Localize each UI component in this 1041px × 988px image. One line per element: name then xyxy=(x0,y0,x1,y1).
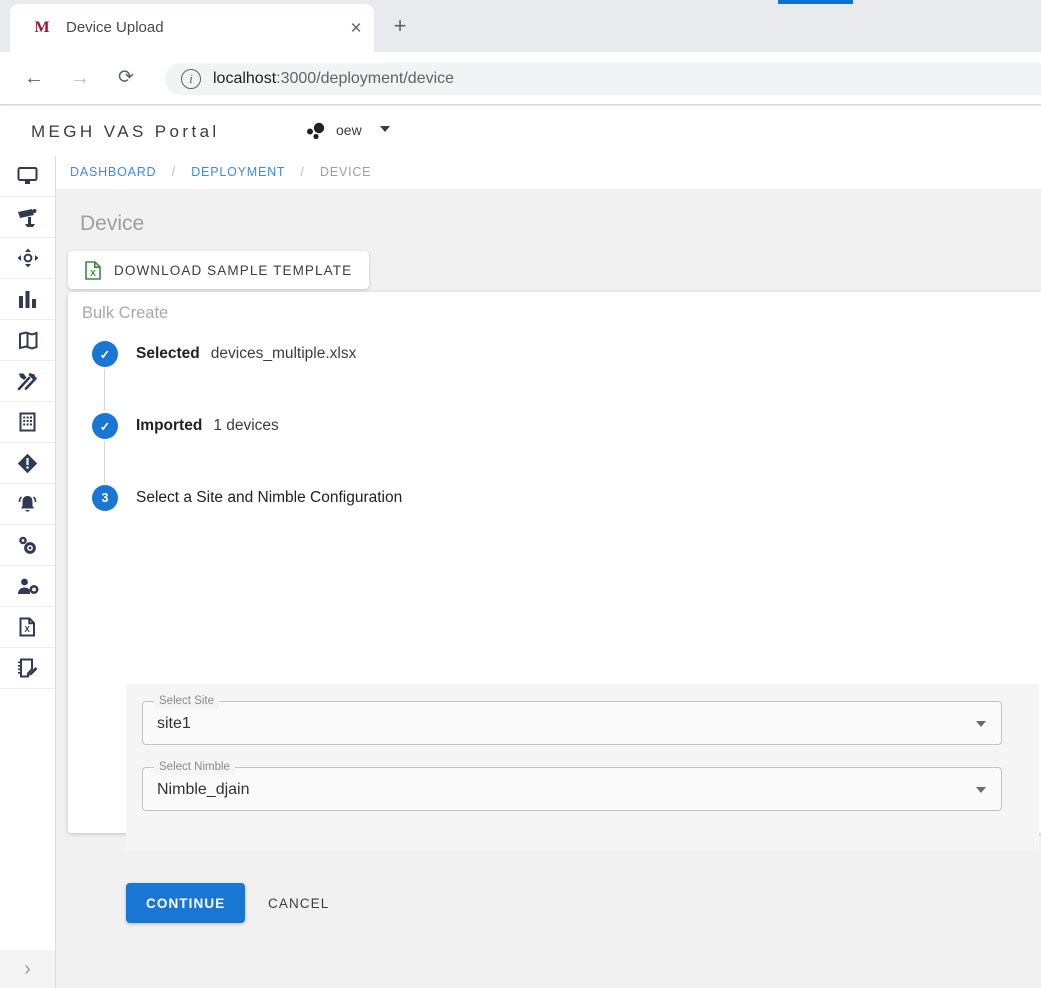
chevron-down-icon[interactable] xyxy=(380,126,390,132)
monitor-icon xyxy=(17,166,38,186)
breadcrumb-item-dashboard[interactable]: DASHBOARD xyxy=(70,165,156,179)
sidebar-item-alerts[interactable] xyxy=(0,443,55,484)
chevron-right-icon: › xyxy=(24,958,31,981)
map-icon xyxy=(18,331,38,350)
chevron-down-icon[interactable] xyxy=(976,721,986,727)
bulk-create-card: Bulk Create ✓ Selected devices_multiple.… xyxy=(68,292,1041,833)
svg-text:X: X xyxy=(90,268,96,278)
user-name: oew xyxy=(336,121,362,139)
step-imported-label: Imported xyxy=(136,417,202,435)
breadcrumb: DASHBOARD / DEPLOYMENT / DEVICE xyxy=(70,163,371,181)
select-site-value: site1 xyxy=(157,713,191,735)
tab-title: Device Upload xyxy=(66,18,316,38)
check-circle-icon: ✓ xyxy=(92,413,118,439)
forward-icon[interactable]: → xyxy=(66,64,94,92)
cancel-button[interactable]: CANCEL xyxy=(258,883,339,923)
page-title: Device xyxy=(80,210,144,238)
sidebar-item-settings[interactable] xyxy=(0,525,55,566)
sidebar-item-notifications[interactable] xyxy=(0,484,55,525)
warning-diamond-icon xyxy=(17,453,38,474)
app-title: MEGH VAS Portal xyxy=(31,121,220,143)
bar-chart-icon xyxy=(18,290,38,309)
breadcrumb-item-device: DEVICE xyxy=(320,165,371,179)
gears-icon xyxy=(17,535,39,555)
address-bar-url: localhost:3000/deployment/device xyxy=(213,68,454,90)
pan-move-icon xyxy=(17,248,39,268)
bulk-create-stepper: ✓ Selected devices_multiple.xlsx ✓ Impor… xyxy=(92,341,1022,511)
bulk-create-title: Bulk Create xyxy=(82,301,168,325)
breadcrumb-separator: / xyxy=(300,165,304,179)
step-selected[interactable]: ✓ Selected devices_multiple.xlsx xyxy=(92,341,1022,367)
select-site-field[interactable]: Select Site site1 xyxy=(142,701,1002,745)
breadcrumb-bar: DASHBOARD / DEPLOYMENT / DEVICE xyxy=(56,156,1041,189)
sidebar-item-tools[interactable] xyxy=(0,361,55,402)
select-nimble-value: Nimble_djain xyxy=(157,779,250,801)
excel-file-icon: X xyxy=(19,617,36,637)
sidebar-item-move[interactable] xyxy=(0,238,55,279)
step-selected-label: Selected xyxy=(136,345,200,363)
sidebar-item-map[interactable] xyxy=(0,320,55,361)
window-accent-bar xyxy=(778,0,853,4)
step-imported-value: 1 devices xyxy=(213,417,278,435)
sidebar-item-building[interactable] xyxy=(0,402,55,443)
step-number-badge: 3 xyxy=(92,485,118,511)
site-info-icon[interactable]: i xyxy=(181,69,201,89)
new-tab-icon[interactable]: + xyxy=(387,13,413,39)
browser-window: M Device Upload × + ← → ⟳ i localhost:30… xyxy=(0,0,1041,988)
main-content: DASHBOARD / DEPLOYMENT / DEVICE Device X… xyxy=(56,156,1041,988)
excel-file-icon: X xyxy=(85,261,101,280)
sidebar-item-user-admin[interactable] xyxy=(0,566,55,607)
step-select-site[interactable]: 3 Select a Site and Nimble Configuration xyxy=(92,485,1022,511)
cctv-camera-icon xyxy=(16,207,39,227)
svg-text:X: X xyxy=(25,625,31,634)
sidebar-item-logs[interactable] xyxy=(0,648,55,689)
dots-cluster-icon xyxy=(306,122,328,140)
close-icon[interactable]: × xyxy=(344,17,368,41)
reload-icon[interactable]: ⟳ xyxy=(112,64,140,92)
app-header: MEGH VAS Portal oew xyxy=(0,106,1041,156)
download-sample-template-label: DOWNLOAD SAMPLE TEMPLATE xyxy=(114,263,352,278)
continue-button[interactable]: CONTINUE xyxy=(126,883,245,923)
step-selected-value: devices_multiple.xlsx xyxy=(211,345,357,363)
tools-icon xyxy=(17,371,38,391)
select-nimble-field[interactable]: Select Nimble Nimble_djain xyxy=(142,767,1002,811)
browser-toolbar: ← → ⟳ i localhost:3000/deployment/device xyxy=(0,52,1041,105)
sidebar-item-analytics[interactable] xyxy=(0,279,55,320)
browser-tab-strip: M Device Upload × + xyxy=(0,0,1041,52)
chevron-down-icon[interactable] xyxy=(976,787,986,793)
download-sample-template-button[interactable]: X DOWNLOAD SAMPLE TEMPLATE xyxy=(68,251,369,289)
step-imported[interactable]: ✓ Imported 1 devices xyxy=(92,413,1022,439)
address-bar[interactable]: i localhost:3000/deployment/device xyxy=(165,63,1041,95)
site-nimble-form: Select Site site1 Select Nimble Nimble_d… xyxy=(126,684,1039,851)
tab-favicon-icon: M xyxy=(32,18,52,38)
check-circle-icon: ✓ xyxy=(92,341,118,367)
sidebar-expand-button[interactable]: › xyxy=(0,950,55,988)
breadcrumb-item-deployment[interactable]: DEPLOYMENT xyxy=(191,165,285,179)
sidebar-item-camera[interactable] xyxy=(0,197,55,238)
sidebar: X › xyxy=(0,156,56,988)
step-select-site-label: Select a Site and Nimble Configuration xyxy=(136,489,402,507)
breadcrumb-separator: / xyxy=(172,165,176,179)
user-settings-icon xyxy=(17,577,39,596)
url-host: localhost xyxy=(213,70,276,87)
sidebar-item-monitor[interactable] xyxy=(0,156,55,197)
building-icon xyxy=(19,412,36,432)
bell-icon xyxy=(17,494,38,514)
sidebar-item-reports[interactable]: X xyxy=(0,607,55,648)
notebook-edit-icon xyxy=(17,658,38,678)
step-connector xyxy=(92,367,1022,413)
back-icon[interactable]: ← xyxy=(20,64,48,92)
browser-tab[interactable]: M Device Upload × xyxy=(10,4,374,52)
url-path: :3000/deployment/device xyxy=(276,70,454,87)
step-connector xyxy=(92,439,1022,485)
select-nimble-label: Select Nimble xyxy=(154,760,235,775)
select-site-label: Select Site xyxy=(154,694,219,709)
